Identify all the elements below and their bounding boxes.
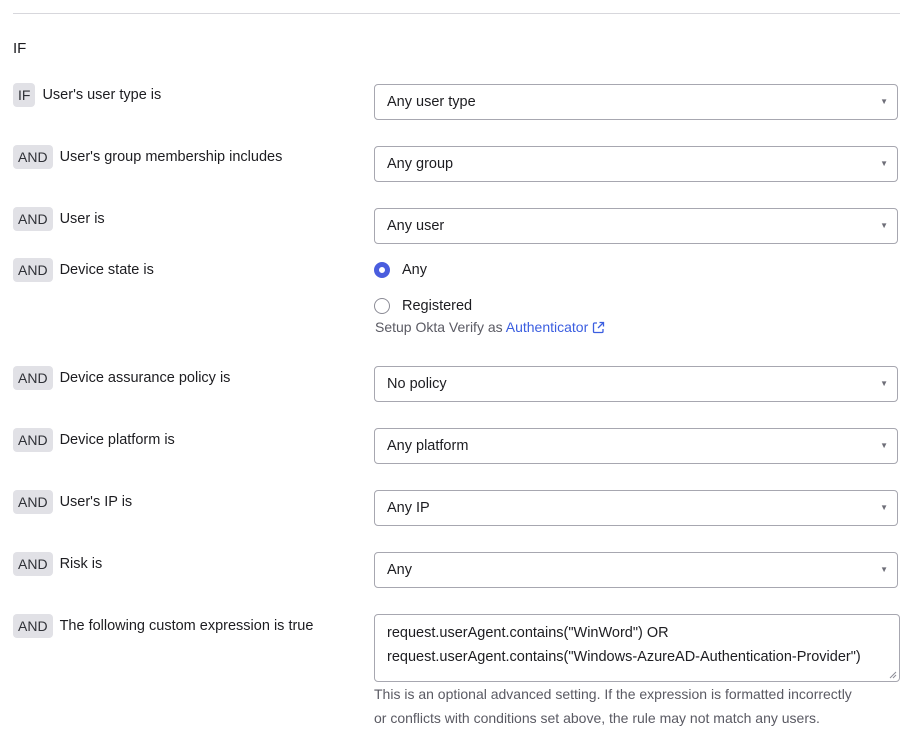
select-value: Any group bbox=[387, 156, 454, 172]
caret-down-icon: ▼ bbox=[880, 159, 888, 168]
radio-label: Registered bbox=[402, 298, 473, 314]
caret-down-icon: ▼ bbox=[880, 503, 888, 512]
device-state-option-any[interactable]: Any bbox=[374, 262, 427, 278]
condition-label: Device platform is bbox=[59, 432, 175, 448]
operator-badge: AND bbox=[13, 614, 53, 638]
caret-down-icon: ▼ bbox=[880, 97, 888, 106]
note-line: or conflicts with conditions set above, … bbox=[374, 710, 820, 726]
radio-unselected-icon[interactable] bbox=[374, 298, 390, 314]
device-state-option-registered[interactable]: Registered bbox=[374, 298, 472, 314]
helper-text: Setup Okta Verify as bbox=[375, 319, 503, 335]
user-select[interactable]: Any user ▼ bbox=[374, 208, 898, 244]
select-value: Any platform bbox=[387, 438, 469, 454]
user-ip-select[interactable]: Any IP ▼ bbox=[374, 490, 898, 526]
condition-label: Device assurance policy is bbox=[59, 370, 231, 386]
top-divider bbox=[13, 13, 900, 14]
caret-down-icon: ▼ bbox=[880, 379, 888, 388]
external-link-icon[interactable] bbox=[592, 321, 605, 334]
operator-badge: AND bbox=[13, 552, 53, 576]
expression-help-note: This is an optional advanced setting. If… bbox=[374, 682, 900, 730]
select-value: Any user type bbox=[387, 94, 476, 110]
risk-select[interactable]: Any ▼ bbox=[374, 552, 898, 588]
condition-label: User's user type is bbox=[42, 87, 162, 103]
custom-expression-textarea[interactable]: request.userAgent.contains("WinWord") OR… bbox=[374, 614, 900, 682]
operator-badge: AND bbox=[13, 428, 53, 452]
device-platform-select[interactable]: Any platform ▼ bbox=[374, 428, 898, 464]
okta-verify-helper: Setup Okta Verify as Authenticator bbox=[375, 319, 605, 335]
select-value: Any bbox=[387, 562, 412, 578]
caret-down-icon: ▼ bbox=[880, 565, 888, 574]
condition-label: User is bbox=[59, 211, 105, 227]
condition-label: Device state is bbox=[59, 262, 154, 278]
radio-label: Any bbox=[402, 262, 427, 278]
radio-selected-icon[interactable] bbox=[374, 262, 390, 278]
expression-line: request.userAgent.contains("WinWord") OR bbox=[387, 625, 669, 641]
select-value: No policy bbox=[387, 376, 447, 392]
authenticator-link[interactable]: Authenticator bbox=[506, 319, 606, 335]
user-type-select[interactable]: Any user type ▼ bbox=[374, 84, 898, 120]
select-value: Any IP bbox=[387, 500, 430, 516]
caret-down-icon: ▼ bbox=[880, 221, 888, 230]
operator-badge: AND bbox=[13, 366, 53, 390]
operator-badge: IF bbox=[13, 83, 36, 107]
resize-handle-icon[interactable] bbox=[889, 671, 897, 679]
caret-down-icon: ▼ bbox=[880, 441, 888, 450]
note-line: This is an optional advanced setting. If… bbox=[374, 686, 852, 702]
section-title: IF bbox=[13, 40, 27, 57]
device-assurance-select[interactable]: No policy ▼ bbox=[374, 366, 898, 402]
condition-label: Risk is bbox=[59, 556, 103, 572]
select-value: Any user bbox=[387, 218, 445, 234]
authenticator-link-label[interactable]: Authenticator bbox=[506, 319, 589, 335]
condition-label: The following custom expression is true bbox=[59, 618, 314, 634]
group-membership-select[interactable]: Any group ▼ bbox=[374, 146, 898, 182]
operator-badge: AND bbox=[13, 145, 53, 169]
condition-label: User's IP is bbox=[59, 494, 133, 510]
operator-badge: AND bbox=[13, 207, 53, 231]
expression-line: request.userAgent.contains("Windows-Azur… bbox=[387, 649, 861, 665]
operator-badge: AND bbox=[13, 490, 53, 514]
condition-label: User's group membership includes bbox=[59, 149, 283, 165]
operator-badge: AND bbox=[13, 258, 53, 282]
